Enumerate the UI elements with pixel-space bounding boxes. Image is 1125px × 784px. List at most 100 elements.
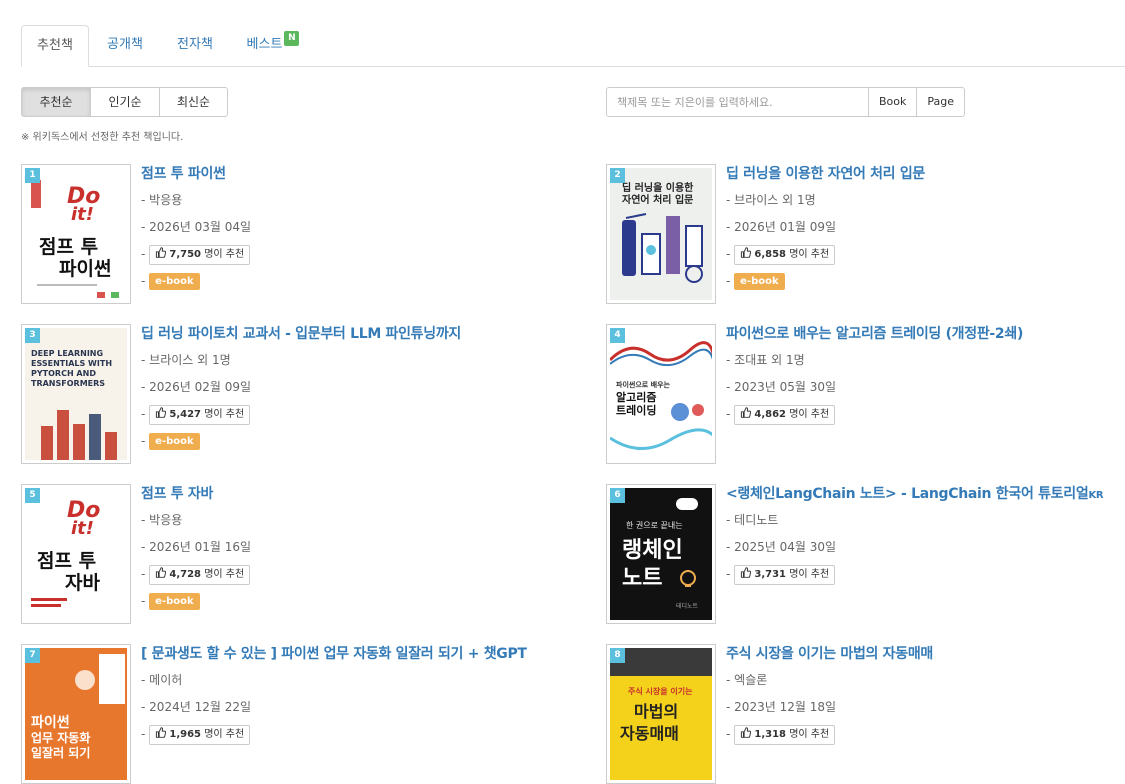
cover-text: 랭체인 — [622, 538, 683, 563]
thumbs-up-icon — [741, 246, 752, 258]
recommend-suffix: 명이 추천 — [204, 248, 245, 260]
cover-text: 노트 — [622, 566, 663, 591]
book-cover[interactable]: 1 Do it! 점프 투 파이썬 — [21, 164, 131, 304]
recommend-button[interactable]: 7,750 명이 추천 — [149, 244, 251, 265]
recommend-suffix: 명이 추천 — [204, 728, 245, 740]
book-date: - 2025년 04월 30일 — [726, 534, 1103, 560]
dash: - — [141, 434, 146, 448]
tab-best[interactable]: 베스트 N — [235, 25, 311, 67]
book-recommend: - 1,965 명이 추천 — [141, 721, 527, 747]
dash: - — [726, 353, 731, 367]
book-cover[interactable]: 2 딥 러닝을 이용한 자연어 처리 입문 — [606, 164, 716, 304]
book-item: 1 Do it! 점프 투 파이썬 점프 투 파이썬 - 박응용 - 2026년… — [21, 164, 541, 304]
book-recommend: - 3,731 명이 추천 — [726, 561, 1103, 587]
author-name: 엑슬론 — [734, 673, 768, 687]
book-ebook: - e-book — [141, 428, 461, 454]
book-cover[interactable]: 7 파이썬 업무 자동화 일잘러 되기 — [21, 644, 131, 784]
book-date: - 2023년 12월 18일 — [726, 694, 933, 720]
thumbs-up-icon — [156, 726, 167, 738]
book-title-link[interactable]: <랭체인LangChain 노트> - LangChain 한국어 튜토리얼KR — [726, 484, 1104, 504]
ebook-badge[interactable]: e-book — [734, 273, 785, 290]
cover-text: 자연어 처리 입문 — [622, 195, 694, 206]
recommend-button[interactable]: 3,731 명이 추천 — [734, 564, 836, 585]
publish-date: 2025년 04월 30일 — [734, 540, 836, 554]
dash: - — [726, 540, 731, 554]
dash: - — [141, 513, 146, 527]
book-date: - 2026년 01월 16일 — [141, 534, 251, 560]
tab-public[interactable]: 공개책 — [93, 25, 157, 67]
recommend-suffix: 명이 추천 — [789, 728, 830, 740]
book-title-link[interactable]: [ 문과생도 할 수 있는 ] 파이썬 업무 자동화 일잘러 되기 + 챗GPT — [141, 644, 527, 664]
book-ebook: - e-book — [141, 588, 251, 614]
book-cover[interactable]: 4 파이썬으로 배우는 알고리즘 트레이딩 — [606, 324, 716, 464]
book-item: 5 Do it! 점프 투 자바 점프 투 자바 - 박응용 - 2026년 0… — [21, 484, 541, 624]
book-title-link[interactable]: 딥 러닝 파이토치 교과서 - 입문부터 LLM 파인튜닝까지 — [141, 324, 461, 344]
book-item: 6 한 권으로 끝내는 랭체인 노트 테디노트 <랭체인LangChain 노트… — [606, 484, 1125, 624]
book-cover[interactable]: 3 DEEP LEARNING ESSENTIALS WITH PYTORCH … — [21, 324, 131, 464]
book-title-link[interactable]: 주식 시장을 이기는 마법의 자동매매 — [726, 644, 933, 664]
book-author: - 엑슬론 — [726, 667, 933, 693]
ebook-badge[interactable]: e-book — [149, 273, 200, 290]
book-item: 7 파이썬 업무 자동화 일잘러 되기 [ 문과생도 할 수 있는 ] 파이썬 … — [21, 644, 541, 784]
tab-ebook[interactable]: 전자책 — [163, 25, 227, 67]
book-recommend: - 5,427 명이 추천 — [141, 401, 461, 427]
ebook-badge[interactable]: e-book — [149, 593, 200, 610]
recommend-button[interactable]: 1,965 명이 추천 — [149, 724, 251, 745]
sort-button-group: 추천순 인기순 최신순 — [21, 87, 228, 117]
publish-date: 2026년 01월 16일 — [149, 540, 251, 554]
cover-text: 자동매매 — [620, 724, 679, 743]
recommendation-note: ※ 위키독스에서 선정한 추천 책입니다. — [21, 132, 184, 143]
book-title-link[interactable]: 파이썬으로 배우는 알고리즘 트레이딩 (개정판-2쇄) — [726, 324, 1023, 344]
dash: - — [726, 380, 731, 394]
dash: - — [726, 220, 731, 234]
search-book-button[interactable]: Book — [868, 87, 918, 117]
tab-label: 베스트 — [246, 37, 283, 52]
dash: - — [726, 193, 731, 207]
book-author: - 박응용 — [141, 187, 251, 213]
publish-date: 2024년 12월 22일 — [149, 700, 251, 714]
book-title-link[interactable]: 딥 러닝을 이용한 자연어 처리 입문 — [726, 164, 925, 184]
tab-label: 공개책 — [107, 37, 143, 52]
cover-text: 점프 투 — [37, 550, 97, 572]
publish-date: 2023년 05월 30일 — [734, 380, 836, 394]
dash: - — [726, 407, 731, 421]
sort-latest-button[interactable]: 최신순 — [159, 87, 228, 117]
book-title-link[interactable]: 점프 투 파이썬 — [141, 164, 251, 184]
cover-text: ESSENTIALS WITH — [31, 359, 113, 368]
thumbs-up-icon — [741, 726, 752, 738]
book-title-link[interactable]: 점프 투 자바 — [141, 484, 251, 504]
author-name: 조대표 외 1명 — [734, 353, 805, 367]
dash: - — [141, 567, 146, 581]
thumbs-up-icon — [741, 406, 752, 418]
book-cover[interactable]: 8 주식 시장을 이기는 마법의 자동매매 — [606, 644, 716, 784]
book-cover[interactable]: 6 한 권으로 끝내는 랭체인 노트 테디노트 — [606, 484, 716, 624]
sort-popular-button[interactable]: 인기순 — [90, 87, 160, 117]
recommend-count: 1,965 — [169, 728, 201, 740]
recommend-suffix: 명이 추천 — [789, 568, 830, 580]
recommend-button[interactable]: 1,318 명이 추천 — [734, 724, 836, 745]
rank-badge: 3 — [25, 328, 40, 343]
recommend-button[interactable]: 5,427 명이 추천 — [149, 404, 251, 425]
recommend-count: 4,728 — [169, 568, 201, 580]
publish-date: 2026년 02월 09일 — [149, 380, 251, 394]
recommend-button[interactable]: 4,728 명이 추천 — [149, 564, 251, 585]
recommend-suffix: 명이 추천 — [789, 408, 830, 420]
ebook-badge[interactable]: e-book — [149, 433, 200, 450]
author-name: 테디노트 — [734, 513, 779, 527]
book-cover[interactable]: 5 Do it! 점프 투 자바 — [21, 484, 131, 624]
search-page-button[interactable]: Page — [916, 87, 966, 117]
dash: - — [141, 407, 146, 421]
book-author: - 브라이스 외 1명 — [141, 347, 461, 373]
search-input[interactable] — [606, 87, 869, 117]
thumbs-up-icon — [156, 246, 167, 258]
recommend-suffix: 명이 추천 — [204, 568, 245, 580]
sort-recommended-button[interactable]: 추천순 — [21, 87, 91, 117]
cover-text: 일잘러 되기 — [31, 746, 91, 760]
recommend-button[interactable]: 4,862 명이 추천 — [734, 404, 836, 425]
cover-text: 알고리즘 — [616, 391, 657, 404]
tab-recommended[interactable]: 추천책 — [21, 25, 89, 67]
rank-badge: 7 — [25, 648, 40, 663]
recommend-count: 3,731 — [754, 568, 786, 580]
recommend-button[interactable]: 6,858 명이 추천 — [734, 244, 836, 265]
cover-text: 업무 자동화 — [31, 731, 91, 745]
